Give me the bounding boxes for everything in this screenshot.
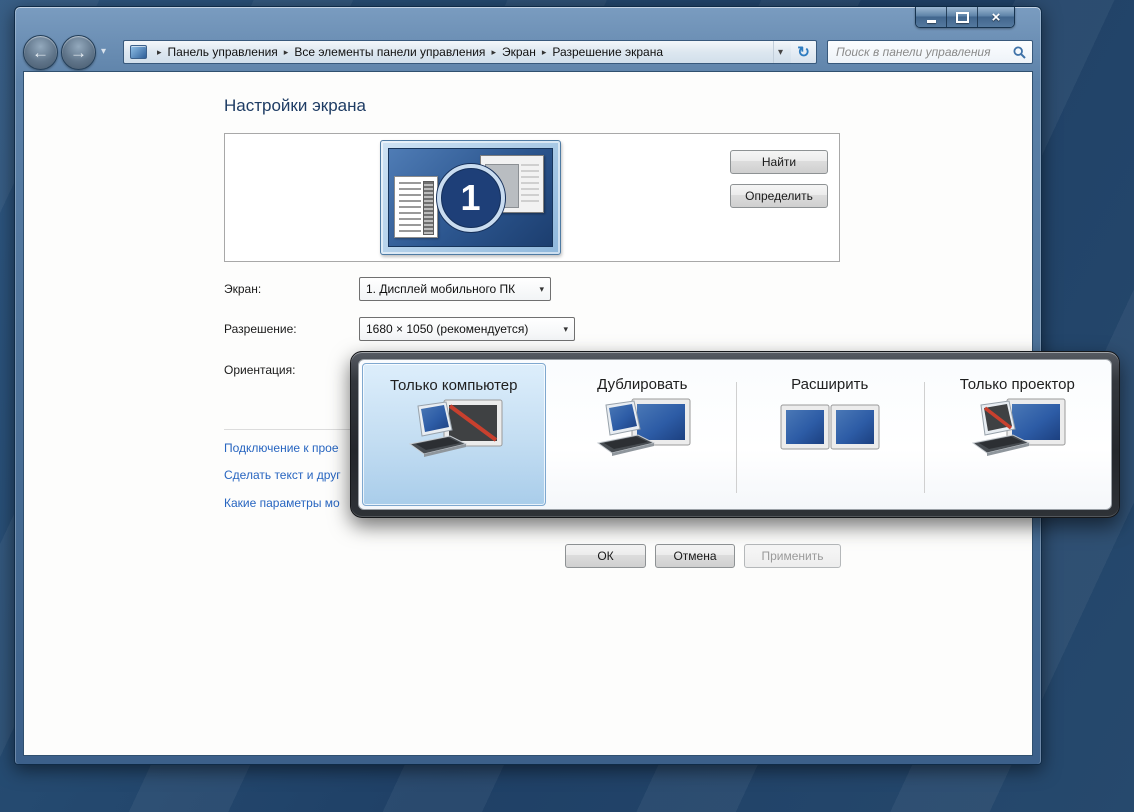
back-button[interactable]: ←: [23, 35, 58, 70]
monitor-number-badge: 1: [437, 164, 505, 232]
maximize-icon: [956, 12, 969, 23]
link-make-text-larger[interactable]: Сделать текст и друг: [224, 468, 341, 482]
forward-arrow-icon: →: [70, 43, 87, 63]
back-arrow-icon: ←: [32, 43, 49, 63]
minimize-button[interactable]: [916, 7, 947, 27]
resolution-select-value: 1680 × 1050 (рекомендуется): [366, 322, 528, 336]
maximize-button[interactable]: [947, 7, 978, 27]
navigation-bar: ← → ▾ ▸ Панель управления ▸ Все элементы…: [15, 33, 1041, 71]
breadcrumb: ▸ Панель управления ▸ Все элементы панел…: [123, 40, 791, 64]
orientation-label: Ориентация:: [224, 363, 295, 377]
computer-only-icon: [402, 398, 506, 464]
display-select-value: 1. Дисплей мобильного ПК: [366, 282, 515, 296]
search-box: [827, 40, 1033, 64]
option-extend[interactable]: Расширить: [736, 360, 923, 509]
page-title: Настройки экрана: [224, 96, 366, 116]
option-projector-only-label: Только проектор: [960, 376, 1075, 393]
chevron-down-icon: ▾: [555, 324, 568, 335]
resolution-select[interactable]: 1680 × 1050 (рекомендуется) ▾: [359, 317, 575, 341]
extend-icon: [778, 397, 882, 463]
breadcrumb-item-all-items[interactable]: Все элементы панели управления: [294, 45, 485, 59]
desktop: × ← → ▾ ▸ Панель управления ▸ Все элемен…: [0, 0, 1134, 812]
forward-button[interactable]: →: [61, 35, 96, 70]
display-settings-icon: [130, 45, 147, 59]
monitor-preview[interactable]: 1: [380, 140, 561, 255]
window-controls: ×: [915, 7, 1015, 28]
option-computer-only-label: Только компьютер: [390, 377, 517, 394]
projector-only-icon: [965, 397, 1069, 463]
search-icon[interactable]: [1013, 46, 1026, 59]
option-duplicate-label: Дублировать: [597, 376, 687, 393]
monitor-screen: 1: [388, 148, 553, 247]
address-dropdown-icon[interactable]: ▾: [773, 41, 787, 63]
breadcrumb-item-control-panel[interactable]: Панель управления: [168, 45, 278, 59]
projector-mode-overlay: Только компьютер Дублировать: [350, 351, 1120, 518]
identify-button[interactable]: Определить: [730, 184, 828, 208]
option-duplicate[interactable]: Дублировать: [549, 360, 736, 509]
refresh-icon: ↻: [797, 43, 810, 61]
link-display-settings-help[interactable]: Какие параметры мо: [224, 496, 340, 510]
chevron-down-icon: ▾: [531, 284, 544, 295]
display-select[interactable]: 1. Дисплей мобильного ПК ▾: [359, 277, 551, 301]
search-input[interactable]: [834, 44, 1009, 60]
find-button[interactable]: Найти: [730, 150, 828, 174]
breadcrumb-separator-icon: ▸: [284, 47, 289, 58]
ok-button[interactable]: ОК: [565, 544, 646, 568]
display-label: Экран:: [224, 282, 261, 296]
breadcrumb-item-display[interactable]: Экран: [502, 45, 536, 59]
duplicate-icon: [590, 397, 694, 463]
resolution-label: Разрешение:: [224, 322, 297, 336]
option-extend-label: Расширить: [791, 376, 868, 393]
projector-mode-options: Только компьютер Дублировать: [358, 359, 1112, 510]
cancel-button[interactable]: Отмена: [655, 544, 735, 568]
breadcrumb-separator-icon: ▸: [491, 47, 496, 58]
option-computer-only[interactable]: Только компьютер: [362, 363, 546, 506]
breadcrumb-separator-icon: ▸: [157, 47, 162, 58]
option-projector-only[interactable]: Только проектор: [924, 360, 1111, 509]
minimize-icon: [927, 20, 936, 23]
document-thumbnail-icon: [394, 176, 438, 238]
breadcrumb-item-screen-resolution[interactable]: Разрешение экрана: [552, 45, 663, 59]
close-button[interactable]: ×: [978, 7, 1014, 27]
refresh-button[interactable]: ↻: [791, 40, 817, 64]
apply-button[interactable]: Применить: [744, 544, 841, 568]
recent-pages-chevron-icon[interactable]: ▾: [101, 46, 106, 57]
close-icon: ×: [992, 10, 1001, 25]
monitor-preview-box: 1 Найти Определить: [224, 133, 840, 262]
link-connect-projector[interactable]: Подключение к прое: [224, 441, 339, 455]
breadcrumb-separator-icon: ▸: [542, 47, 547, 58]
